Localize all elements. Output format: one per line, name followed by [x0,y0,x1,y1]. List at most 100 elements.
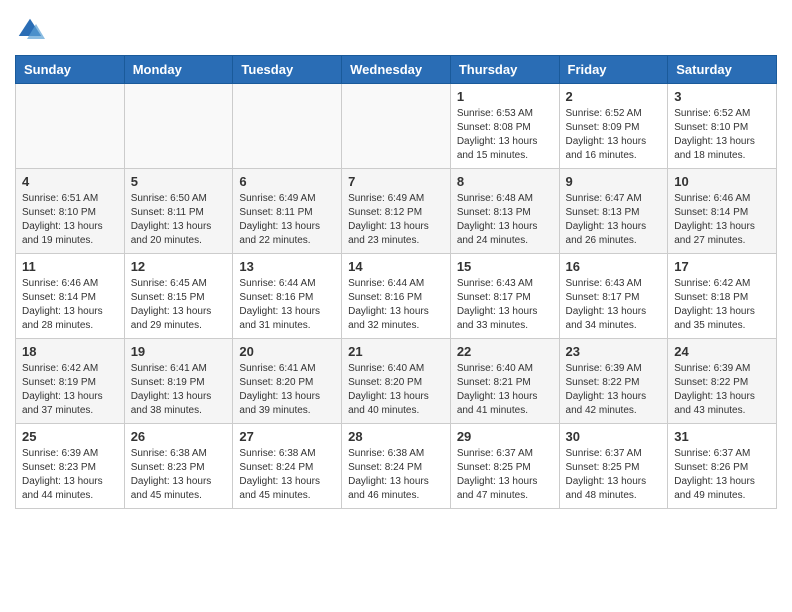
day-cell: 6 Sunrise: 6:49 AM Sunset: 8:11 PM Daylig… [233,169,342,254]
day-cell: 19Sunrise: 6:41 AM Sunset: 8:19 PM Dayli… [124,339,233,424]
day-cell: 16Sunrise: 6:43 AM Sunset: 8:17 PM Dayli… [559,254,668,339]
day-cell: 25Sunrise: 6:39 AM Sunset: 8:23 PM Dayli… [16,424,125,509]
day-cell: 26 Sunrise: 6:38 AM Sunset: 8:23 PM Dayli… [124,424,233,509]
day-info: Sunrise: 6:50 AM Sunset: 8:11 PM Dayligh… [131,192,227,248]
day-cell: 17 Sunrise: 6:42 AM Sunset: 8:18 PM Dayli… [668,254,777,339]
day-number: 6 [239,174,335,189]
calendar-table: SundayMondayTuesdayWednesdayThursdayFrid… [15,55,777,509]
day-info: Sunrise: 6:44 AM Sunset: 8:16 PM Dayligh… [239,277,335,333]
day-cell: 18Sunrise: 6:42 AM Sunset: 8:19 PM Dayli… [16,339,125,424]
day-cell: 28 Sunrise: 6:38 AM Sunset: 8:24 PM Dayli… [342,424,451,509]
day-number: 16 [566,259,662,274]
day-info: Sunrise: 6:43 AM Sunset: 8:17 PM Dayligh… [457,277,553,333]
day-cell: 27 Sunrise: 6:38 AM Sunset: 8:24 PM Dayli… [233,424,342,509]
weekday-header-thursday: Thursday [450,56,559,84]
day-number: 12 [131,259,227,274]
weekday-header-friday: Friday [559,56,668,84]
day-info: Sunrise: 6:48 AM Sunset: 8:13 PM Dayligh… [457,192,553,248]
day-cell: 1 Sunrise: 6:53 AM Sunset: 8:08 PM Daylig… [450,84,559,169]
day-number: 8 [457,174,553,189]
day-cell: 12 Sunrise: 6:45 AM Sunset: 8:15 PM Dayli… [124,254,233,339]
day-cell: 9 Sunrise: 6:47 AM Sunset: 8:13 PM Daylig… [559,169,668,254]
logo [15,15,49,45]
day-info: Sunrise: 6:41 AM Sunset: 8:20 PM Dayligh… [239,362,335,418]
weekday-header-wednesday: Wednesday [342,56,451,84]
day-number: 5 [131,174,227,189]
day-info: Sunrise: 6:37 AM Sunset: 8:25 PM Dayligh… [566,447,662,503]
day-cell: 31Sunrise: 6:37 AM Sunset: 8:26 PM Dayli… [668,424,777,509]
day-info: Sunrise: 6:47 AM Sunset: 8:13 PM Dayligh… [566,192,662,248]
day-cell: 21 Sunrise: 6:40 AM Sunset: 8:20 PM Dayli… [342,339,451,424]
day-number: 4 [22,174,118,189]
day-number: 26 [131,429,227,444]
day-info: Sunrise: 6:38 AM Sunset: 8:24 PM Dayligh… [239,447,335,503]
day-number: 14 [348,259,444,274]
weekday-header-sunday: Sunday [16,56,125,84]
day-info: Sunrise: 6:42 AM Sunset: 8:18 PM Dayligh… [674,277,770,333]
day-number: 1 [457,89,553,104]
day-info: Sunrise: 6:45 AM Sunset: 8:15 PM Dayligh… [131,277,227,333]
day-number: 7 [348,174,444,189]
day-number: 31 [674,429,770,444]
day-info: Sunrise: 6:49 AM Sunset: 8:11 PM Dayligh… [239,192,335,248]
day-number: 18 [22,344,118,359]
day-info: Sunrise: 6:37 AM Sunset: 8:25 PM Dayligh… [457,447,553,503]
day-info: Sunrise: 6:39 AM Sunset: 8:22 PM Dayligh… [566,362,662,418]
day-info: Sunrise: 6:38 AM Sunset: 8:24 PM Dayligh… [348,447,444,503]
day-info: Sunrise: 6:46 AM Sunset: 8:14 PM Dayligh… [674,192,770,248]
day-info: Sunrise: 6:39 AM Sunset: 8:22 PM Dayligh… [674,362,770,418]
day-number: 9 [566,174,662,189]
day-cell: 5 Sunrise: 6:50 AM Sunset: 8:11 PM Daylig… [124,169,233,254]
day-cell [16,84,125,169]
day-info: Sunrise: 6:49 AM Sunset: 8:12 PM Dayligh… [348,192,444,248]
day-cell: 29 Sunrise: 6:37 AM Sunset: 8:25 PM Dayli… [450,424,559,509]
day-info: Sunrise: 6:52 AM Sunset: 8:10 PM Dayligh… [674,107,770,163]
weekday-header-saturday: Saturday [668,56,777,84]
day-cell: 15 Sunrise: 6:43 AM Sunset: 8:17 PM Dayli… [450,254,559,339]
week-row-4: 18Sunrise: 6:42 AM Sunset: 8:19 PM Dayli… [16,339,777,424]
day-number: 13 [239,259,335,274]
day-number: 17 [674,259,770,274]
page-header [15,15,777,45]
day-cell: 10 Sunrise: 6:46 AM Sunset: 8:14 PM Dayli… [668,169,777,254]
day-number: 20 [239,344,335,359]
weekday-header-tuesday: Tuesday [233,56,342,84]
day-info: Sunrise: 6:40 AM Sunset: 8:20 PM Dayligh… [348,362,444,418]
day-number: 10 [674,174,770,189]
day-number: 28 [348,429,444,444]
week-row-1: 1 Sunrise: 6:53 AM Sunset: 8:08 PM Daylig… [16,84,777,169]
day-cell: 11Sunrise: 6:46 AM Sunset: 8:14 PM Dayli… [16,254,125,339]
day-number: 24 [674,344,770,359]
day-info: Sunrise: 6:44 AM Sunset: 8:16 PM Dayligh… [348,277,444,333]
day-number: 15 [457,259,553,274]
day-number: 2 [566,89,662,104]
day-number: 29 [457,429,553,444]
day-cell: 4 Sunrise: 6:51 AM Sunset: 8:10 PM Daylig… [16,169,125,254]
day-cell: 13 Sunrise: 6:44 AM Sunset: 8:16 PM Dayli… [233,254,342,339]
day-number: 21 [348,344,444,359]
day-info: Sunrise: 6:51 AM Sunset: 8:10 PM Dayligh… [22,192,118,248]
day-number: 22 [457,344,553,359]
day-info: Sunrise: 6:52 AM Sunset: 8:09 PM Dayligh… [566,107,662,163]
day-cell [233,84,342,169]
weekday-header-monday: Monday [124,56,233,84]
logo-icon [15,15,45,45]
day-info: Sunrise: 6:40 AM Sunset: 8:21 PM Dayligh… [457,362,553,418]
day-number: 19 [131,344,227,359]
day-number: 11 [22,259,118,274]
week-row-3: 11Sunrise: 6:46 AM Sunset: 8:14 PM Dayli… [16,254,777,339]
week-row-5: 25Sunrise: 6:39 AM Sunset: 8:23 PM Dayli… [16,424,777,509]
day-info: Sunrise: 6:38 AM Sunset: 8:23 PM Dayligh… [131,447,227,503]
day-cell: 24 Sunrise: 6:39 AM Sunset: 8:22 PM Dayli… [668,339,777,424]
weekday-header-row: SundayMondayTuesdayWednesdayThursdayFrid… [16,56,777,84]
day-cell: 14 Sunrise: 6:44 AM Sunset: 8:16 PM Dayli… [342,254,451,339]
week-row-2: 4 Sunrise: 6:51 AM Sunset: 8:10 PM Daylig… [16,169,777,254]
day-cell [124,84,233,169]
day-cell: 2 Sunrise: 6:52 AM Sunset: 8:09 PM Daylig… [559,84,668,169]
day-cell: 30Sunrise: 6:37 AM Sunset: 8:25 PM Dayli… [559,424,668,509]
day-cell: 23Sunrise: 6:39 AM Sunset: 8:22 PM Dayli… [559,339,668,424]
day-number: 25 [22,429,118,444]
day-cell: 7 Sunrise: 6:49 AM Sunset: 8:12 PM Daylig… [342,169,451,254]
day-number: 27 [239,429,335,444]
day-info: Sunrise: 6:53 AM Sunset: 8:08 PM Dayligh… [457,107,553,163]
